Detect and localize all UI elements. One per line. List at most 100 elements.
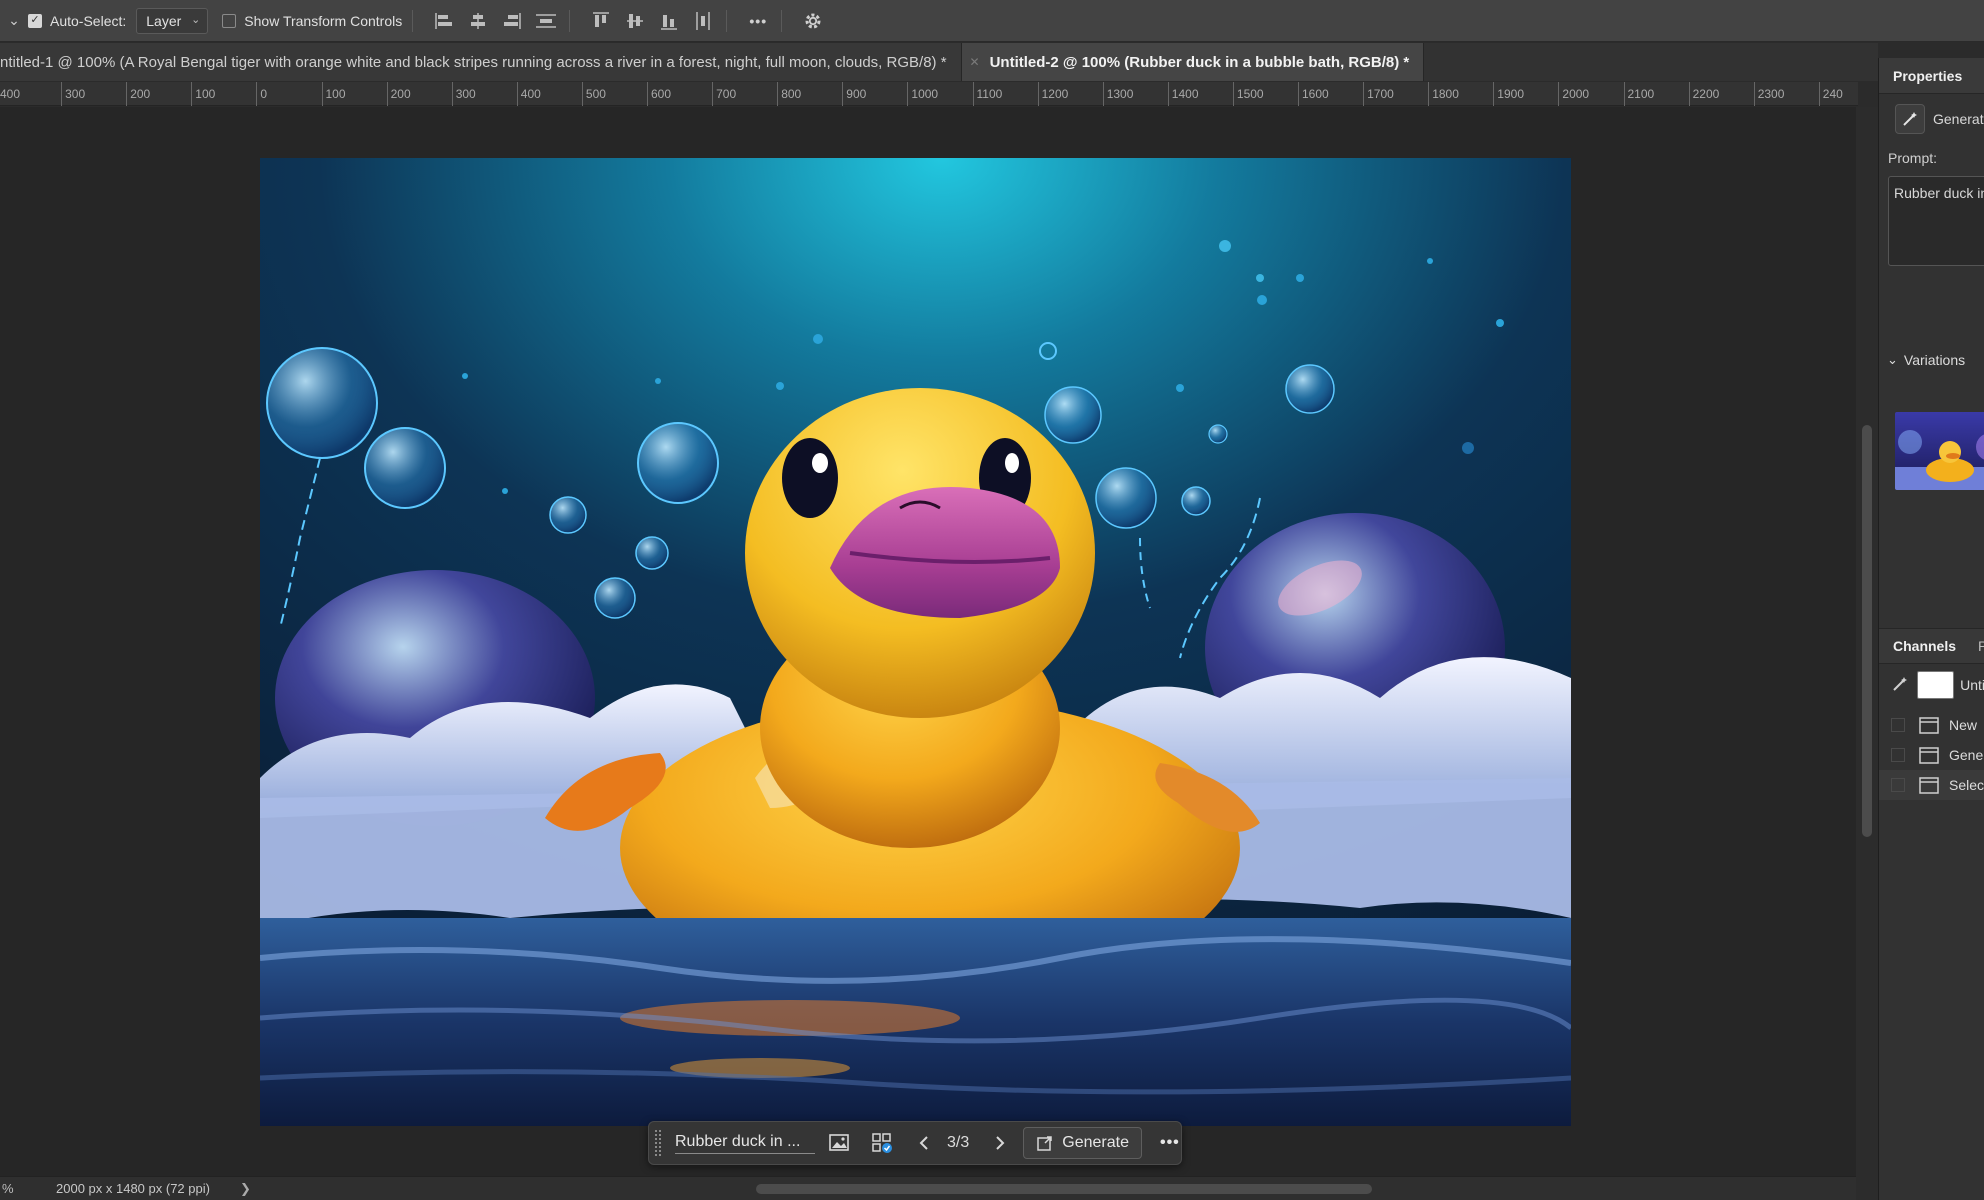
ruler-tick-label: 300	[455, 87, 476, 101]
more-options-button[interactable]: •••	[1160, 1134, 1180, 1152]
horizontal-ruler[interactable]: 400 300 200 100 0 100 200 300 400 500 600 700 800 900…	[0, 82, 1858, 106]
divider	[569, 9, 571, 32]
layer-name: New	[1949, 717, 1978, 733]
ruler-tick-label: 1300	[1106, 87, 1134, 101]
document-size: 2000 px x 1480 px (72 ppi)	[56, 1181, 210, 1196]
visibility-toggle[interactable]	[1891, 778, 1905, 792]
taskbar-prompt-field[interactable]: Rubber duck in ...	[675, 1133, 815, 1154]
align-right-icon[interactable]	[499, 8, 525, 34]
document-tabs: ntitled-1 @ 100% (A Royal Bengal tiger w…	[0, 43, 1878, 81]
chevron-down-icon: ⌄	[191, 13, 201, 26]
align-center-horizontal-icon[interactable]	[465, 8, 491, 34]
generated-image-rubber-duck[interactable]	[260, 158, 1571, 1126]
prompt-label: Prompt:	[1888, 150, 1938, 166]
variations-label: Variations	[1903, 352, 1966, 368]
ruler-tick: 1100	[972, 82, 1002, 106]
ruler-tick: 400	[516, 82, 541, 106]
zoom-level[interactable]: %	[0, 1181, 28, 1196]
generative-layer-row[interactable]: Generati	[1895, 104, 1984, 134]
tab-untitled-2[interactable]: ✕ Untitled-2 @ 100% (Rubber duck in a bu…	[961, 43, 1425, 81]
ruler-tick: 2000	[1558, 82, 1589, 106]
variations-section-toggle[interactable]: ⌄ Variations	[1887, 352, 1965, 368]
auto-select-value: Layer	[146, 12, 182, 29]
gear-icon[interactable]	[800, 8, 826, 34]
chevron-left-icon[interactable]	[907, 1126, 941, 1160]
layer-row[interactable]: Gene	[1879, 740, 1984, 770]
ruler-tick: 1500	[1232, 82, 1264, 106]
ruler-tick: 100	[191, 82, 215, 106]
variation-thumbnail[interactable]	[1895, 412, 1984, 490]
folder-icon	[1919, 776, 1939, 794]
generative-fill-icon	[1895, 104, 1925, 134]
generative-layer-label: Generati	[1933, 111, 1984, 127]
visibility-toggle[interactable]	[1891, 748, 1905, 762]
tab-untitled-1[interactable]: ntitled-1 @ 100% (A Royal Bengal tiger w…	[0, 43, 962, 81]
layer-row[interactable]: New	[1879, 710, 1984, 740]
prompt-textarea[interactable]: Rubber duck in	[1888, 176, 1984, 266]
drag-handle[interactable]	[655, 1130, 661, 1156]
contextual-task-bar: Rubber duck in ... 3/3 Generate •••	[648, 1121, 1182, 1165]
right-panel: Properties Generati Prompt: Rubber duck …	[1878, 58, 1984, 1200]
chevron-right-icon[interactable]	[983, 1126, 1017, 1160]
visibility-toggle[interactable]	[1891, 718, 1905, 732]
align-middle-vertical-icon[interactable]	[622, 8, 648, 34]
canvas-area[interactable]	[0, 107, 1856, 1176]
ruler-tick-label: 1400	[1171, 87, 1199, 101]
layer-name: Selec	[1949, 777, 1984, 793]
folder-icon	[1919, 746, 1939, 764]
tool-preset-chevron-icon[interactable]: ⌄	[0, 12, 28, 29]
align-left-icon[interactable]	[431, 8, 457, 34]
vertical-scroll-thumb[interactable]	[1862, 425, 1872, 837]
ruler-tick-label: 2200	[1692, 87, 1720, 101]
variations-grid-icon[interactable]	[865, 1126, 899, 1160]
channels-panel-header: Channels P	[1879, 628, 1984, 664]
layer-name: Unti	[1960, 677, 1984, 693]
ruler-tick: 1000	[907, 82, 938, 106]
auto-select-label: Auto-Select:	[50, 12, 127, 29]
ruler-tick: 1400	[1167, 82, 1199, 106]
layer-row[interactable]: Unti	[1879, 670, 1984, 700]
tab-channels[interactable]: Channels	[1879, 638, 1956, 654]
ruler-tick-label: 1700	[1367, 87, 1394, 101]
variation-counter: 3/3	[947, 1134, 970, 1151]
ruler-tick-label: 1200	[1041, 87, 1069, 101]
ruler-tick: 300	[451, 82, 476, 106]
tab-paths[interactable]: P	[1978, 638, 1984, 654]
ruler-tick-label: 0	[260, 87, 268, 101]
ruler-tick-label: 1100	[976, 87, 1003, 101]
image-icon[interactable]	[823, 1126, 857, 1160]
distribute-horizontal-icon[interactable]	[690, 8, 716, 34]
status-bar: % 2000 px x 1480 px (72 ppi) ❯	[0, 1176, 1856, 1200]
distribute-vertical-icon[interactable]	[533, 8, 559, 34]
layer-row[interactable]: Selec	[1879, 770, 1984, 800]
ruler-tick-label: 1800	[1432, 87, 1459, 101]
ruler-tick-label: 2100	[1627, 87, 1655, 101]
ruler-tick-label: 100	[195, 87, 216, 101]
ruler-tick: 700	[712, 82, 736, 106]
ruler-tick: 1700	[1363, 82, 1394, 106]
auto-select-checkbox[interactable]: ✓	[28, 13, 42, 28]
tab-properties[interactable]: Properties	[1879, 58, 1984, 94]
generate-label: Generate	[1062, 1134, 1129, 1151]
ruler-tick: 240	[1818, 82, 1843, 106]
ruler-tick-label: 1500	[1236, 87, 1264, 101]
show-transform-checkbox[interactable]	[222, 13, 237, 28]
ruler-tick-label: 2000	[1562, 87, 1590, 101]
ruler-tick-label: 700	[716, 87, 737, 101]
generate-icon	[1037, 1136, 1052, 1151]
status-menu-arrow[interactable]: ❯	[240, 1181, 251, 1197]
generate-button[interactable]: Generate	[1023, 1127, 1142, 1159]
tab-label: ntitled-1 @ 100% (A Royal Bengal tiger w…	[0, 53, 947, 71]
close-icon[interactable]: ✕	[970, 55, 980, 69]
align-top-icon[interactable]	[588, 8, 614, 34]
auto-select-dropdown[interactable]: Layer ⌄	[136, 7, 209, 34]
ruler-tick: 1200	[1037, 82, 1068, 106]
horizontal-scroll-thumb[interactable]	[756, 1184, 1372, 1194]
more-options-button[interactable]: •••	[745, 8, 771, 34]
align-bottom-icon[interactable]	[656, 8, 682, 34]
tab-label: Untitled-2 @ 100% (Rubber duck in a bubb…	[989, 53, 1410, 71]
vertical-scrollbar[interactable]	[1856, 107, 1878, 1200]
folder-icon	[1919, 716, 1939, 734]
ruler-tick: 100	[321, 82, 346, 106]
chevron-down-icon: ⌄	[1887, 352, 1898, 367]
